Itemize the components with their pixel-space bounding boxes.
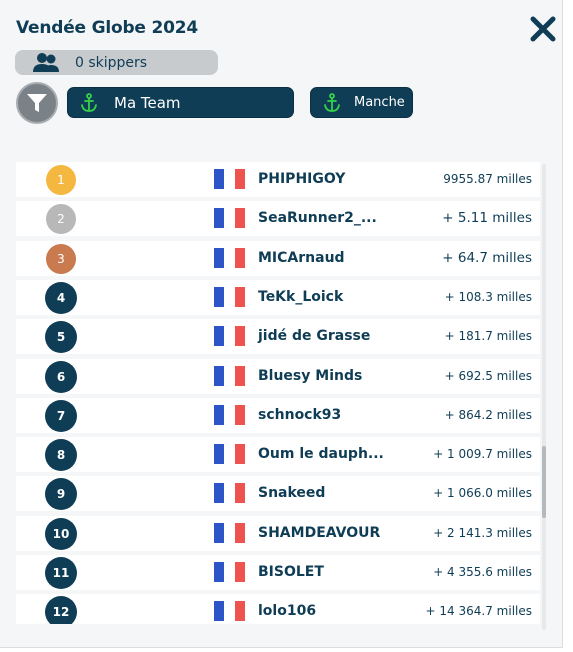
- skipper-name: PHIPHIGOY: [258, 171, 346, 187]
- table-row[interactable]: 6 Bluesy Minds + 692.5 milles: [16, 358, 540, 394]
- manche-button[interactable]: Manche: [310, 87, 413, 118]
- anchor-icon: [80, 92, 98, 113]
- france-flag-icon: [214, 444, 245, 465]
- rank-badge: 7: [45, 399, 77, 432]
- france-flag-icon: [214, 208, 245, 229]
- rank-badge: 1: [46, 165, 76, 195]
- rank-badge: 6: [45, 360, 77, 393]
- distance-value: 9955.87 milles: [443, 172, 532, 186]
- skipper-name: Bluesy Minds: [258, 367, 363, 384]
- skipper-name: BISOLET: [258, 564, 324, 580]
- table-row[interactable]: 1 PHIPHIGOY 9955.87 milles: [16, 162, 540, 197]
- skippers-count-label: 0 skippers: [75, 54, 148, 71]
- table-row[interactable]: 10 SHAMDEAVOUR + 2 141.3 milles: [16, 515, 540, 551]
- table-row[interactable]: 2 SeaRunner2_... + 5.11 milles: [16, 201, 540, 237]
- scrollbar[interactable]: [542, 164, 546, 630]
- manche-label: Manche: [354, 95, 405, 110]
- skipper-name: SeaRunner2_...: [258, 210, 377, 227]
- scrollbar-thumb[interactable]: [542, 446, 546, 518]
- distance-value: + 108.3 milles: [444, 289, 532, 304]
- rank-badge: 11: [45, 557, 77, 589]
- filter-button[interactable]: [16, 82, 58, 124]
- france-flag-icon: [214, 286, 245, 307]
- my-team-label: Ma Team: [114, 93, 181, 112]
- close-icon: [530, 16, 556, 42]
- ranking-panel: Vendée Globe 2024 0 skippers Ma Team Man…: [0, 0, 563, 648]
- distance-value: + 64.7 milles: [442, 249, 532, 266]
- distance-value: + 692.5 milles: [444, 368, 532, 383]
- table-row[interactable]: 5 jidé de Grasse + 181.7 milles: [16, 319, 540, 355]
- table-row[interactable]: 11 BISOLET + 4 355.6 milles: [16, 555, 540, 590]
- table-row[interactable]: 8 Oum le dauph... + 1 009.7 milles: [16, 437, 540, 473]
- france-flag-icon: [214, 483, 245, 504]
- ranking-list[interactable]: 1 PHIPHIGOY 9955.87 milles 2 SeaRunner2_... +…: [16, 162, 540, 624]
- distance-value: + 864.2 milles: [444, 407, 532, 422]
- rank-badge: 3: [46, 243, 76, 274]
- france-flag-icon: [214, 562, 245, 582]
- rank-badge: 9: [45, 478, 77, 511]
- rank-badge: 10: [45, 517, 77, 550]
- skippers-count-badge: 0 skippers: [15, 50, 218, 75]
- distance-value: + 1 009.7 milles: [433, 447, 532, 462]
- skipper-name: schnock93: [258, 406, 342, 423]
- skipper-name: Snakeed: [258, 485, 326, 502]
- rank-badge: 12: [45, 596, 77, 624]
- skipper-name: MICArnaud: [258, 249, 345, 266]
- table-row[interactable]: 12 lolo106 + 14 364.7 milles: [16, 594, 540, 624]
- table-row[interactable]: 7 schnock93 + 864.2 milles: [16, 397, 540, 433]
- france-flag-icon: [214, 169, 245, 189]
- france-flag-icon: [214, 404, 245, 425]
- anchor-icon: [323, 92, 341, 113]
- skipper-name: Oum le dauph...: [258, 446, 384, 463]
- distance-value: + 2 141.3 milles: [433, 525, 532, 540]
- skipper-name: TeKk_Loick: [258, 288, 344, 305]
- table-row[interactable]: 4 TeKk_Loick + 108.3 milles: [16, 279, 540, 315]
- distance-value: + 5.11 milles: [442, 210, 532, 227]
- rank-badge: 2: [46, 204, 76, 235]
- rank-badge: 4: [45, 281, 77, 314]
- rank-badge: 8: [45, 439, 77, 472]
- rank-badge: 5: [45, 321, 77, 354]
- distance-value: + 4 355.6 milles: [433, 565, 532, 579]
- funnel-icon: [27, 94, 47, 112]
- my-team-button[interactable]: Ma Team: [67, 87, 294, 118]
- france-flag-icon: [214, 365, 245, 386]
- france-flag-icon: [214, 522, 245, 543]
- skipper-name: SHAMDEAVOUR: [258, 524, 381, 541]
- table-row[interactable]: 9 Snakeed + 1 066.0 milles: [16, 476, 540, 512]
- skipper-name: lolo106: [258, 603, 317, 620]
- table-row[interactable]: 3 MICArnaud + 64.7 milles: [16, 240, 540, 276]
- france-flag-icon: [214, 326, 245, 347]
- distance-value: + 1 066.0 milles: [433, 486, 532, 501]
- users-icon: [31, 52, 61, 74]
- distance-value: + 181.7 milles: [444, 329, 532, 344]
- close-button[interactable]: [528, 14, 558, 44]
- distance-value: + 14 364.7 milles: [425, 604, 532, 619]
- page-title: Vendée Globe 2024: [16, 18, 198, 38]
- france-flag-icon: [214, 247, 245, 268]
- france-flag-icon: [214, 601, 245, 622]
- skipper-name: jidé de Grasse: [258, 328, 371, 345]
